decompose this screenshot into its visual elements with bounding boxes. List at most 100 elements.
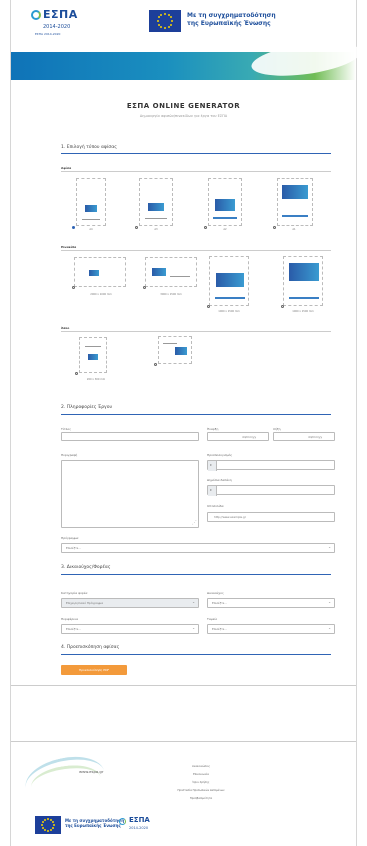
region-select[interactable]: Επιλέξτε... ⌄	[61, 624, 199, 634]
eu-star	[164, 27, 166, 30]
section1-title: 1. Επιλογή τύπου αφίσας	[61, 145, 117, 150]
logo-sub: ΕΣΠΑ 2014-2020	[35, 32, 61, 36]
sign-caption-3: 1000 x 1500 mm	[218, 310, 240, 313]
footer-link-privacy[interactable]: Προστασία Προσωπικών Δεδομένων	[151, 789, 251, 792]
footer-eu-flag-icon	[35, 816, 61, 834]
start-date-input[interactable]: dd/mm/yy	[207, 432, 269, 441]
posters-divider	[61, 171, 331, 172]
eu-cofunding-text: Με τη συγχρηματοδότηση της Ευρωπαϊκής Έν…	[187, 12, 276, 28]
poster-radio-a2[interactable]	[204, 226, 207, 229]
footer-link-terms[interactable]: Όροι Χρήσης	[151, 781, 251, 784]
category-select[interactable]: Επιχειρησιακό Πρόγραμμα ⌄	[61, 598, 199, 608]
logo-text: ΕΣΠΑ	[43, 8, 78, 21]
sign-option-2[interactable]	[145, 257, 197, 287]
budget-input[interactable]: €	[207, 460, 335, 471]
public-expense-label: Δημόσια δαπάνη	[207, 478, 232, 482]
poster-option-a1[interactable]	[277, 178, 313, 226]
logo-years: 2014-2020	[43, 24, 71, 30]
poster-radio-a3[interactable]	[135, 226, 138, 229]
footer-divider	[11, 741, 356, 742]
footer-eu-text: Με τη συγχρηματοδότηση της Ευρωπαϊκής Έν…	[65, 818, 124, 828]
eu-star	[42, 826, 44, 829]
footer-logo-years: 2014-2020	[129, 826, 149, 830]
other-caption-1: 200 x 300 mm	[86, 378, 106, 381]
poster-option-a3[interactable]	[139, 178, 173, 226]
poster-caption-a4: A4	[89, 228, 93, 231]
footer-link-accessibility[interactable]: Προσβασιμότητα	[151, 797, 251, 800]
eu-star	[47, 829, 49, 832]
program-select[interactable]: Επιλέξτε... ⌄	[61, 543, 335, 553]
poster-radio-a1[interactable]	[273, 226, 276, 229]
eu-star	[164, 12, 166, 15]
description-label: Περιγραφή	[61, 453, 78, 457]
website-input[interactable]: http://www.example.gr	[207, 512, 335, 522]
sign-radio-3[interactable]	[207, 305, 210, 308]
eu-star	[167, 26, 170, 29]
eu-star	[52, 824, 55, 826]
footer-link-news[interactable]: Ανακοινώσεις	[151, 765, 251, 768]
poster-radio-a4[interactable]	[72, 226, 75, 229]
end-date-value: dd/mm/yy	[308, 435, 323, 439]
eu-text-line2: της Ευρωπαϊκής Ένωσης	[187, 20, 271, 27]
sign-option-3[interactable]	[209, 256, 249, 306]
description-textarea[interactable]: ⋰	[61, 460, 199, 528]
footer-link-contact[interactable]: Επικοινωνία	[151, 773, 251, 776]
preview-pdf-button[interactable]: Προεπισκόπηση PDF	[61, 665, 127, 675]
sign-radio-2[interactable]	[143, 286, 146, 289]
footer-site-link[interactable]: www.espa.gr	[79, 769, 103, 774]
poster-option-a4[interactable]	[76, 178, 106, 226]
chevron-down-icon: ⌄	[328, 626, 331, 630]
category-label: Κατηγορία φορέα	[61, 591, 88, 595]
poster-option-a2[interactable]	[208, 178, 242, 226]
section3-divider	[61, 574, 331, 575]
poster-caption-a1: A1	[292, 228, 296, 231]
espa-logo[interactable]: ΕΣΠΑ 2014-2020 ΕΣΠΑ 2014-2020	[31, 8, 101, 38]
eu-star	[44, 828, 47, 831]
page-subtitle: Δημιουργία αφισών/πινακίδων για έργα του…	[139, 114, 228, 118]
eu-star	[171, 20, 174, 22]
program-label: Πρόγραμμα	[61, 536, 79, 540]
other-radio-1[interactable]	[75, 372, 78, 375]
budget-currency: €	[210, 463, 212, 467]
eu-text-line1: Με τη συγχρηματοδότηση	[187, 12, 276, 19]
footer-logo-text: ΕΣΠΑ	[129, 816, 150, 824]
eu-star	[156, 20, 159, 22]
other-radio-2[interactable]	[154, 363, 157, 366]
public-expense-input[interactable]: €	[207, 485, 335, 496]
other-option-1[interactable]	[79, 337, 107, 373]
sign-option-1[interactable]	[74, 257, 126, 287]
category-selected-value: Επιχειρησιακό Πρόγραμμα	[66, 601, 104, 605]
section1-divider	[61, 153, 331, 154]
resize-handle-icon[interactable]: ⋰	[192, 520, 197, 526]
logo-waves-icon	[31, 10, 41, 20]
program-selected-value: Επιλέξτε...	[66, 546, 81, 550]
eu-star	[157, 23, 160, 26]
beneficiary-selected-value: Επιλέξτε...	[212, 601, 227, 605]
website-placeholder: http://www.example.gr	[214, 515, 246, 519]
title-label: Τίτλος	[61, 427, 72, 431]
section4-divider	[61, 654, 331, 655]
fund-select[interactable]: Επιλέξτε... ⌄	[207, 624, 335, 634]
sign-option-4[interactable]	[283, 256, 323, 306]
eu-star	[49, 828, 52, 831]
sign-radio-4[interactable]	[281, 305, 284, 308]
eu-star	[42, 821, 44, 824]
signs-divider	[61, 250, 331, 251]
eu-star	[170, 16, 173, 19]
end-date-label: Λήξη	[273, 427, 281, 431]
page-container: ΕΣΠΑ 2014-2020 ΕΣΠΑ 2014-2020 Με τη συγχ…	[10, 0, 363, 846]
chevron-down-icon: ⌄	[192, 626, 195, 630]
beneficiary-label: Δικαιούχος	[207, 591, 224, 595]
end-date-input[interactable]: dd/mm/yy	[273, 432, 335, 441]
section3-title: 3. Δικαιούχος/Φορέας	[61, 565, 111, 570]
budget-label: Προϋπολογισμός	[207, 453, 233, 457]
sign-radio-1[interactable]	[72, 286, 75, 289]
beneficiary-select[interactable]: Επιλέξτε... ⌄	[207, 598, 335, 608]
other-label: Άλλο	[61, 326, 70, 330]
eu-star	[157, 16, 160, 19]
title-input[interactable]	[61, 432, 199, 441]
signs-label: Πινακίδα	[61, 245, 77, 249]
fund-selected-value: Επιλέξτε...	[212, 627, 227, 631]
footer-espa-logo[interactable]: ΕΣΠΑ 2014-2020	[119, 816, 157, 834]
other-option-2[interactable]	[158, 336, 192, 364]
